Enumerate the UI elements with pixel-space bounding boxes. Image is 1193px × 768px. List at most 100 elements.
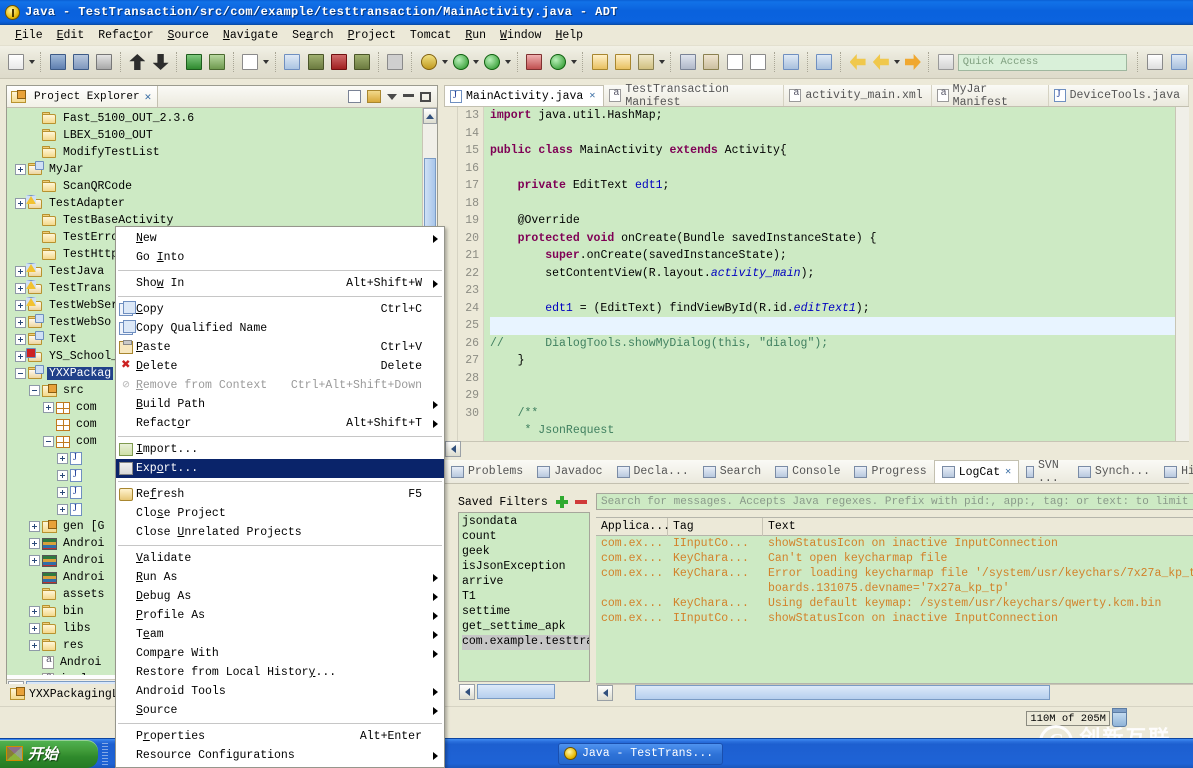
tree-expander-plus-icon[interactable]: [15, 317, 26, 328]
export-icon[interactable]: [127, 51, 148, 73]
save-all-icon[interactable]: [70, 51, 91, 73]
scroll-up-icon[interactable]: [423, 108, 437, 124]
logcat-row[interactable]: com.ex...IInputCo...showStatusIcon on in…: [596, 536, 1193, 551]
context-menu-item[interactable]: Export...: [116, 459, 444, 478]
android-avd-manager-icon[interactable]: [328, 51, 349, 73]
bottom-view-tab[interactable]: History: [1157, 460, 1193, 483]
logcat-row[interactable]: com.ex...KeyChara...Using default keymap…: [596, 596, 1193, 611]
context-menu-item[interactable]: PropertiesAlt+Enter: [116, 727, 444, 746]
open-type-icon[interactable]: [589, 51, 610, 73]
check-dropdown-icon[interactable]: [262, 51, 271, 73]
editor-tab[interactable]: MainActivity.java✕: [444, 85, 604, 106]
collapse-all-icon[interactable]: [348, 90, 361, 103]
tree-node[interactable]: ScanQRCode: [9, 178, 437, 195]
saved-filter-item[interactable]: isJsonException: [462, 560, 589, 575]
debug-icon[interactable]: [418, 51, 439, 73]
menu-file[interactable]: File: [8, 27, 50, 44]
editor-tab[interactable]: MyJar Manifest: [932, 85, 1049, 106]
project-context-menu[interactable]: NewGo IntoShow InAlt+Shift+WCopyCtrl+CCo…: [115, 226, 445, 768]
editor-code-line[interactable]: /**: [490, 405, 1189, 423]
tree-expander-minus-icon[interactable]: [43, 436, 54, 447]
editor-code-line[interactable]: }: [490, 352, 1189, 370]
editor-code-line[interactable]: [490, 195, 1189, 213]
start-button[interactable]: 开始: [0, 740, 98, 768]
editor-code-line[interactable]: [490, 387, 1189, 405]
context-menu-item[interactable]: Android Tools: [116, 682, 444, 701]
menu-navigate[interactable]: Navigate: [216, 27, 285, 44]
context-menu-item[interactable]: Import...: [116, 440, 444, 459]
menu-window[interactable]: Window: [493, 27, 548, 44]
context-menu-item[interactable]: Profile As: [116, 606, 444, 625]
editor-code-line[interactable]: public class MainActivity extends Activi…: [490, 142, 1189, 160]
bottom-view-tab[interactable]: Decla...: [610, 460, 696, 483]
editor-tab[interactable]: TestTransaction Manifest: [604, 85, 784, 106]
context-menu-item[interactable]: New: [116, 229, 444, 248]
tree-expander-plus-icon[interactable]: [29, 606, 40, 617]
logcat-search-input[interactable]: Search for messages. Accepts Java regexe…: [596, 493, 1193, 510]
tree-node[interactable]: LBEX_5100_OUT: [9, 127, 437, 144]
menu-run[interactable]: Run: [458, 27, 493, 44]
tree-expander-plus-icon[interactable]: [29, 538, 40, 549]
saved-filter-item[interactable]: settime: [462, 605, 589, 620]
editor-code-line[interactable]: [490, 282, 1189, 300]
logcat-column-header[interactable]: Text: [763, 518, 1193, 536]
editor-code-line[interactable]: import java.util.HashMap;: [490, 107, 1189, 125]
run-icon[interactable]: [450, 51, 471, 73]
perspective-java-icon[interactable]: [1168, 51, 1190, 73]
print-icon[interactable]: [93, 51, 114, 73]
context-menu-item[interactable]: Restore from Local History...: [116, 663, 444, 682]
context-menu-item[interactable]: Run As: [116, 568, 444, 587]
saved-filter-item[interactable]: arrive: [462, 575, 589, 590]
logcat-column-header[interactable]: Applica...: [596, 518, 668, 536]
tree-expander-plus-icon[interactable]: [15, 334, 26, 345]
menu-edit[interactable]: Edit: [50, 27, 92, 44]
tree-expander-plus-icon[interactable]: [15, 266, 26, 277]
context-menu-item[interactable]: Close Project: [116, 504, 444, 523]
editor-code-line[interactable]: edt1 = (EditText) findViewById(R.id.edit…: [490, 300, 1189, 318]
editor-code-line[interactable]: @Override: [490, 212, 1189, 230]
logcat-row[interactable]: com.ex...KeyChara...Error loading keycha…: [596, 566, 1193, 581]
logcat-table-rows[interactable]: com.ex...IInputCo...showStatusIcon on in…: [596, 536, 1193, 683]
context-menu-item[interactable]: Team: [116, 625, 444, 644]
tree-node[interactable]: Fast_5100_OUT_2.3.6: [9, 110, 437, 127]
android-device-icon[interactable]: [206, 51, 227, 73]
tree-expander-plus-icon[interactable]: [57, 487, 68, 498]
android-sdk-manager-icon[interactable]: [305, 51, 326, 73]
context-menu-item[interactable]: PasteCtrl+V: [116, 338, 444, 357]
logcat-row[interactable]: boards.131075.devname='7x27a_kp_tp': [596, 581, 1193, 596]
save-icon[interactable]: [47, 51, 68, 73]
external-tools-icon[interactable]: [547, 51, 568, 73]
taskbar-grip[interactable]: [102, 743, 108, 765]
context-menu-item[interactable]: RefreshF5: [116, 485, 444, 504]
editor-code-line[interactable]: private EditText edt1;: [490, 177, 1189, 195]
logcat-hscrollbar[interactable]: [596, 684, 1193, 700]
tree-node[interactable]: MyJar: [9, 161, 437, 178]
tree-expander-minus-icon[interactable]: [29, 385, 40, 396]
editor-code-line[interactable]: [490, 125, 1189, 143]
tree-expander-plus-icon[interactable]: [29, 521, 40, 532]
tree-expander-plus-icon[interactable]: [15, 351, 26, 362]
import-icon[interactable]: [150, 51, 171, 73]
tree-expander-plus-icon[interactable]: [57, 470, 68, 481]
check-icon[interactable]: [240, 51, 261, 73]
editor-code-line[interactable]: setContentView(R.layout.activity_main);: [490, 265, 1189, 283]
bottom-view-tab[interactable]: Progress: [847, 460, 933, 483]
saved-filter-item[interactable]: jsondata: [462, 515, 589, 530]
filters-hscrollbar[interactable]: [458, 683, 590, 700]
menu-project[interactable]: Project: [341, 27, 403, 44]
back-icon[interactable]: [847, 51, 868, 73]
quick-access-input[interactable]: Quick Access: [958, 54, 1127, 71]
hscroll-thumb[interactable]: [635, 685, 1050, 700]
editor-body[interactable]: 131415161718192021222324252627282930 imp…: [444, 107, 1189, 455]
saved-filter-item[interactable]: count: [462, 530, 589, 545]
editor-vscrollbar[interactable]: [1175, 107, 1189, 441]
editor-tab[interactable]: DeviceTools.java: [1049, 85, 1189, 106]
editor-code-line[interactable]: protected void onCreate(Bundle savedInst…: [490, 230, 1189, 248]
logcat-row[interactable]: com.ex...IInputCo...showStatusIcon on in…: [596, 611, 1193, 626]
tree-expander-plus-icon[interactable]: [57, 504, 68, 515]
tree-node[interactable]: TestAdapter: [9, 195, 437, 212]
menu-search[interactable]: Search: [285, 27, 340, 44]
context-menu-item[interactable]: Validate: [116, 549, 444, 568]
editor-code-line[interactable]: [490, 370, 1189, 388]
menu-refactor[interactable]: Refactor: [91, 27, 160, 44]
